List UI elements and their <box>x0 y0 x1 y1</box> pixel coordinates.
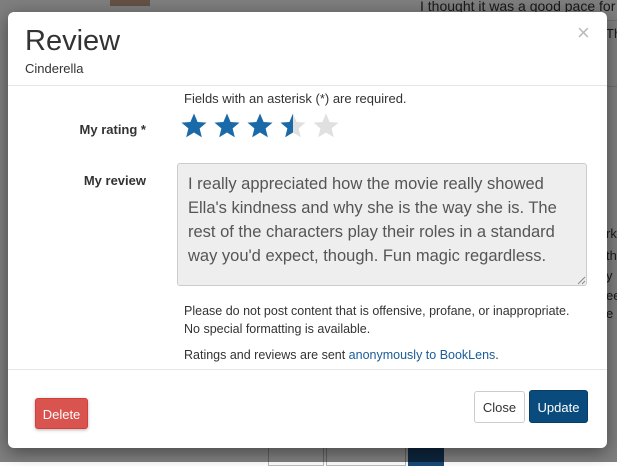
star-icon[interactable] <box>213 112 241 140</box>
star-icon[interactable] <box>180 112 208 140</box>
anonymity-note: Ratings and reviews are sent anonymously… <box>184 346 584 364</box>
star-icon[interactable] <box>279 112 307 140</box>
dialog-subtitle: Cinderella <box>25 61 84 76</box>
anonymity-note-prefix: Ratings and reviews are sent <box>184 348 349 362</box>
delete-button[interactable]: Delete <box>35 398 88 429</box>
dialog-body: Fields with an asterisk (*) are required… <box>8 86 607 368</box>
required-fields-note: Fields with an asterisk (*) are required… <box>184 91 407 106</box>
star-icon[interactable] <box>312 112 340 140</box>
review-label: My review <box>83 173 146 188</box>
resize-handle-icon[interactable] <box>576 275 586 285</box>
dialog-title: Review <box>25 25 121 57</box>
star-icon[interactable] <box>246 112 274 140</box>
anonymity-note-suffix: . <box>495 348 499 362</box>
dialog-header: Review Cinderella × <box>8 12 607 86</box>
review-textarea[interactable]: I really appreciated how the movie reall… <box>177 163 587 286</box>
update-button[interactable]: Update <box>529 390 588 423</box>
dialog-footer: Delete Close Update <box>8 369 607 448</box>
close-icon[interactable]: × <box>577 22 590 44</box>
content-policy-note: Please do not post content that is offen… <box>184 304 570 336</box>
close-button[interactable]: Close <box>474 391 525 423</box>
review-dialog: Review Cinderella × Fields with an aster… <box>8 12 607 448</box>
booklens-link[interactable]: anonymously to BookLens <box>349 348 496 362</box>
rating-label: My rating * <box>79 122 146 137</box>
